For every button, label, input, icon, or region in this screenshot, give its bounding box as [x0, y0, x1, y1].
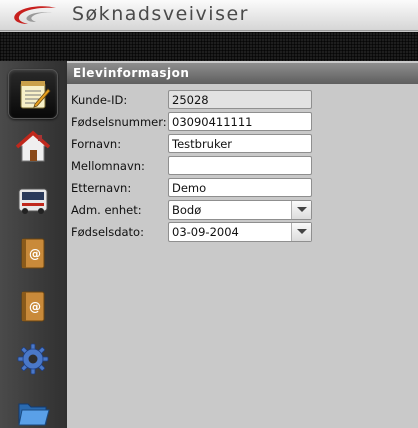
- home-icon: [16, 130, 50, 162]
- adm-enhet-dropdown-button[interactable]: [291, 201, 311, 219]
- kunde-id-field[interactable]: [168, 90, 312, 109]
- label-fodselsdato: Fødselsdato:: [71, 225, 144, 239]
- app-title: Søknadsveiviser: [72, 3, 249, 25]
- chevron-down-icon: [297, 229, 307, 234]
- fodselsdato-select[interactable]: 03-09-2004: [168, 222, 312, 242]
- mellomnavn-field[interactable]: [168, 156, 312, 175]
- fodselsdato-dropdown-button[interactable]: [291, 223, 311, 241]
- section-title: Elevinformasjon: [67, 63, 418, 84]
- company-logo: [14, 6, 57, 24]
- sidebar-item-transport[interactable]: [8, 175, 58, 225]
- chevron-down-icon: [297, 207, 307, 212]
- etternavn-field[interactable]: [168, 178, 312, 197]
- adm-enhet-value: Bodø: [172, 203, 202, 217]
- folder-icon: [18, 403, 50, 426]
- fornavn-field[interactable]: [168, 134, 312, 153]
- sidebar-item-contacts-2[interactable]: @: [8, 281, 58, 331]
- label-mellomnavn: Mellomnavn:: [71, 159, 145, 173]
- main-content: Elevinformasjon Kunde-ID: Fødselsnummer:…: [67, 61, 418, 428]
- label-adm-enhet: Adm. enhet:: [71, 203, 142, 217]
- label-kunde-id: Kunde-ID:: [71, 93, 128, 107]
- title-bar: Søknadsveiviser: [0, 0, 418, 31]
- label-fornavn: Fornavn:: [71, 137, 122, 151]
- address-book-icon: @: [21, 238, 45, 269]
- sidebar-item-contacts[interactable]: @: [8, 228, 58, 278]
- fodselsnummer-field[interactable]: [168, 112, 312, 131]
- toolbar-strip: [0, 32, 418, 61]
- label-etternavn: Etternavn:: [71, 181, 132, 195]
- bus-icon: [18, 188, 48, 214]
- gear-icon: [17, 343, 49, 375]
- sidebar-item-settings[interactable]: [8, 334, 58, 384]
- adm-enhet-select[interactable]: Bodø: [168, 200, 312, 220]
- svg-text:@: @: [29, 247, 41, 261]
- sidebar-item-student-info[interactable]: [8, 69, 58, 119]
- sidebar: @ @: [0, 61, 67, 428]
- sidebar-item-documents[interactable]: [8, 387, 58, 428]
- notepad-icon: [20, 81, 51, 109]
- address-book-icon: @: [21, 291, 45, 322]
- sidebar-item-home[interactable]: [8, 122, 58, 172]
- fodselsdato-value: 03-09-2004: [172, 225, 239, 239]
- svg-text:@: @: [29, 300, 41, 314]
- label-fodselsnummer: Fødselsnummer:: [71, 115, 167, 129]
